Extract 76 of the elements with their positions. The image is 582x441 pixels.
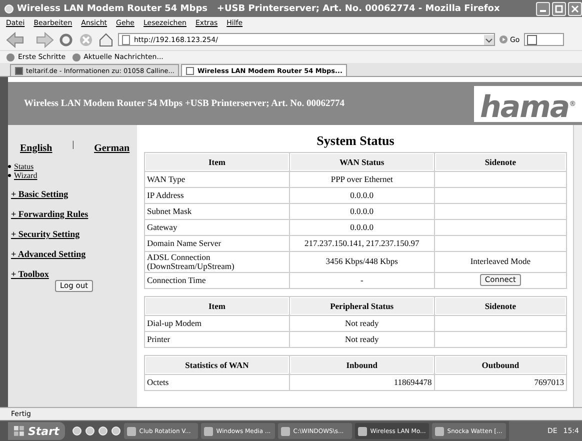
minimize-button[interactable] [536, 2, 550, 16]
table-cell: 217.237.150.141, 217.237.150.97 [290, 236, 434, 251]
column-header: Sidenote [434, 153, 566, 171]
app-icon [281, 426, 290, 436]
table-cell: Domain Name Server [145, 236, 289, 251]
column-header: Outbound [434, 356, 566, 374]
quick-launch-icon[interactable] [98, 426, 108, 436]
table-cell: Not ready [290, 316, 434, 331]
separator: | [72, 139, 74, 149]
reload-icon[interactable] [58, 32, 74, 48]
search-engine-icon [526, 34, 537, 44]
column-header: Inbound [290, 356, 434, 374]
column-header: Item [145, 153, 289, 171]
nav-section-link[interactable]: + Security Setting [11, 229, 80, 239]
nav-link[interactable]: Wizard [14, 171, 38, 180]
scrollbar[interactable] [573, 125, 582, 407]
column-header: Peripheral Status [290, 296, 434, 315]
table-cell: 0.0.0.0 [290, 204, 434, 219]
bullet-icon [8, 174, 11, 177]
bullet-icon [8, 165, 11, 168]
column-header: WAN Status [290, 153, 434, 171]
table-cell: Interleaved Mode [434, 252, 566, 272]
table-cell: Octets [145, 374, 289, 390]
app-icon [204, 426, 214, 436]
quick-launch-icon[interactable] [85, 426, 96, 436]
start-button[interactable]: Start [8, 422, 66, 440]
table-cell: Gateway [145, 220, 289, 235]
bookmark-icon [72, 52, 81, 62]
quick-launch-icon[interactable] [72, 426, 82, 436]
nav-section-link[interactable]: + Toolbox [11, 269, 49, 279]
bookmark-icon [6, 52, 15, 62]
windows-logo-icon [14, 426, 25, 436]
page-heading: System Status [316, 132, 396, 149]
window-title: Wireless LAN Modem Router 54 Mbps +USB Printerserver; Art. No. 00062774 - Mozilla Firefox [17, 4, 501, 14]
search-field[interactable] [524, 33, 564, 46]
page-icon [122, 34, 130, 44]
quick-launch-icon[interactable] [111, 426, 122, 436]
table-cell: Connection Time [145, 272, 289, 288]
table-cell: Printer [145, 332, 289, 347]
table-cell: 0.0.0.0 [290, 188, 434, 203]
nav-section-link[interactable]: + Advanced Setting [11, 249, 86, 259]
router-title: Wireless LAN Modem Router 54 Mbps +USB Printerserver; Art. No. 00062774 [23, 98, 344, 108]
minimize-icon [540, 10, 546, 12]
table-cell: WAN Type [145, 172, 289, 187]
home-icon[interactable] [98, 32, 114, 48]
language-link[interactable]: English [20, 143, 52, 154]
maximize-button[interactable] [552, 2, 566, 16]
app-icon [358, 426, 368, 436]
dropdown-icon[interactable] [484, 34, 494, 44]
table-cell: Dial-up Modem [145, 316, 289, 331]
table-cell: 7697013 [434, 374, 566, 390]
app-icon [127, 426, 136, 436]
table-cell: PPP over Ethernet [290, 172, 434, 187]
table-cell: ADSL Connection (DownStream/UpStream) [145, 252, 289, 272]
table-cell: Not ready [290, 332, 434, 347]
column-header: Statistics of WAN [145, 356, 289, 374]
nav-link[interactable]: Status [14, 162, 34, 171]
app-icon [435, 426, 444, 436]
page-icon [186, 66, 194, 74]
table-cell: 3456 Kbps/448 Kbps [290, 252, 434, 272]
close-icon [571, 4, 579, 12]
logo: hama$^{®}$ [474, 86, 582, 122]
column-header: Sidenote [434, 296, 566, 315]
table-cell: IP Address [145, 188, 289, 203]
nav-section-link[interactable]: + Forwarding Rules [11, 209, 88, 219]
nav-section-link[interactable]: + Basic Setting [11, 189, 68, 199]
close-button[interactable] [568, 2, 582, 16]
page-icon [15, 66, 23, 74]
table-cell: Subnet Mask [145, 204, 289, 219]
table-cell: 118694478 [290, 374, 434, 390]
column-header: Item [145, 296, 289, 315]
language-link[interactable]: German [94, 143, 130, 154]
table-cell: - [290, 272, 434, 288]
table-cell: 0.0.0.0 [290, 220, 434, 235]
go-icon [499, 35, 508, 44]
maximize-icon [555, 4, 563, 12]
